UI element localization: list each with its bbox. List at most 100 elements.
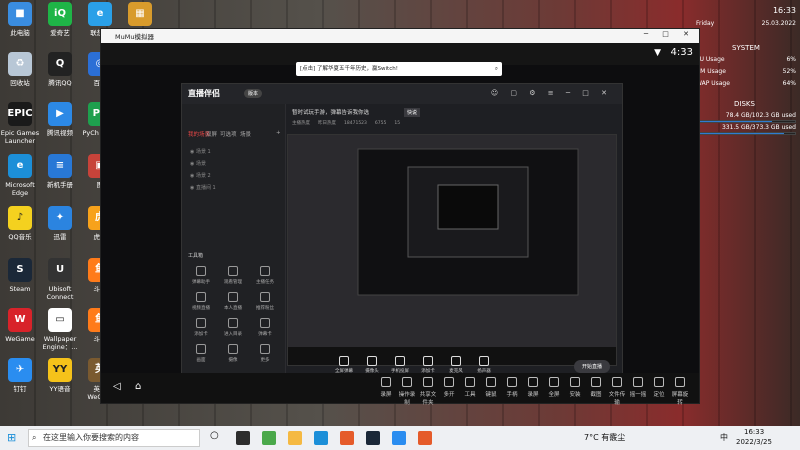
toolbar-button[interactable]: 全屏: [545, 377, 563, 398]
sidebar-tab[interactable]: +: [276, 130, 281, 136]
desktop-icon[interactable]: ■ 此电脑: [0, 2, 40, 37]
toolbar-button[interactable]: 定位: [650, 377, 668, 398]
toolbar-icon: [570, 377, 580, 387]
toolbar-button[interactable]: 安装: [566, 377, 584, 398]
ime-indicator[interactable]: 中: [720, 432, 728, 443]
stream-tag[interactable]: 快说: [404, 108, 421, 117]
desktop-icon-image: Q: [48, 52, 72, 76]
tool-button[interactable]: 添加卡: [188, 318, 214, 337]
control-button[interactable]: 添加卡: [416, 356, 440, 374]
tool-button[interactable]: 推荐粉丝: [252, 292, 278, 311]
tool-button[interactable]: 进入目录: [220, 318, 246, 337]
control-button[interactable]: 麦克风: [444, 356, 468, 374]
stream-title[interactable]: 暂时试玩手游，弹幕告诉我你选: [292, 108, 369, 116]
control-button[interactable]: 手机投屏: [388, 356, 412, 374]
desktop-icon[interactable]: iQ 爱奇艺: [40, 2, 80, 37]
tool-button[interactable]: 弹幕卡: [252, 318, 278, 337]
toolbar-icon: [444, 377, 454, 387]
tool-button[interactable]: 观看管理: [220, 266, 246, 285]
toolbar-button[interactable]: 录屏: [524, 377, 542, 398]
tool-button[interactable]: 弹幕助手: [188, 266, 214, 285]
toolbar-button[interactable]: 共享文件夹: [419, 377, 437, 406]
taskbar-app-icon[interactable]: [418, 431, 432, 445]
toolbar-button[interactable]: 多开: [440, 377, 458, 398]
app-search-input[interactable]: [点击] 了解华夏五千年历史，赢Switch! ⌕: [296, 62, 502, 76]
tool-button[interactable]: 更多: [252, 344, 278, 363]
mumu-titlebar[interactable]: MuMu模拟器 ─ □ ✕: [101, 29, 699, 43]
desktop-icon[interactable]: ≡ 新机手册: [40, 154, 80, 189]
toolbar-button[interactable]: 文件传输: [608, 377, 626, 406]
desktop-icon[interactable]: ✈ 钉钉: [0, 358, 40, 393]
taskbar-app-icon[interactable]: [314, 431, 328, 445]
weather-text[interactable]: 7°C 有霰尘: [584, 432, 625, 443]
toolbar-button[interactable]: 工具: [461, 377, 479, 398]
desktop-icon[interactable]: ♪ QQ音乐: [0, 206, 40, 241]
toolbar-label: 共享文件夹: [419, 392, 437, 406]
sidebar-tab[interactable]: 场景: [240, 130, 251, 138]
desktop-icon-image: ♻: [8, 52, 32, 76]
control-button[interactable]: 扬声器: [472, 356, 496, 374]
desktop-icon[interactable]: e Microsoft Edge: [0, 154, 40, 197]
scene-item[interactable]: ◉ 直播间 1: [190, 184, 216, 191]
widget-date: 25.03.2022: [761, 20, 796, 27]
taskbar-search-input[interactable]: ⌕ 在这里输入你要搜索的内容: [28, 429, 200, 447]
desktop-icon[interactable]: YY YY语音: [40, 358, 80, 393]
toolbar-icon: [423, 377, 433, 387]
taskbar-app-icon[interactable]: [366, 431, 380, 445]
desktop-icon[interactable]: EPIC Epic Games Launcher: [0, 102, 40, 145]
tool-button[interactable]: 视频直播: [188, 292, 214, 311]
taskbar-app-icon[interactable]: [392, 431, 406, 445]
version-badge[interactable]: 版本: [244, 89, 263, 98]
toolbar-button[interactable]: 屏幕旋转: [671, 377, 689, 406]
scene-item[interactable]: ◉ 场景: [190, 160, 206, 167]
tool-button[interactable]: 摄像: [220, 344, 246, 363]
preview-screen: [288, 135, 616, 365]
desktop-icon[interactable]: ▭ Wallpaper Engine：...: [40, 308, 80, 351]
home-icon[interactable]: ⌂: [135, 381, 141, 392]
toolbar-button[interactable]: 摇一摇: [629, 377, 647, 398]
toolbar-icon: [549, 377, 559, 387]
desktop-icon-label: Wallpaper Engine：...: [42, 335, 78, 351]
search-placeholder: 在这里输入你要搜索的内容: [43, 433, 139, 442]
scene-item[interactable]: ◉ 场景 1: [190, 148, 211, 155]
tool-button[interactable]: 画面: [188, 344, 214, 363]
desktop-icon[interactable]: W WeGame: [0, 308, 40, 343]
desktop-icon[interactable]: ♻ 回收站: [0, 52, 40, 87]
desktop-icon[interactable]: U Ubisoft Connect: [40, 258, 80, 301]
toolbar-label: 安装: [569, 392, 581, 398]
desktop-icon[interactable]: S Steam: [0, 258, 40, 293]
windows-start-icon[interactable]: ⊞: [7, 431, 16, 444]
toolbar-button[interactable]: 操作录制: [398, 377, 416, 406]
back-icon[interactable]: ◁: [113, 381, 121, 392]
start-live-button[interactable]: 开始直播: [573, 360, 610, 373]
scene-item[interactable]: ◉ 场景 2: [190, 172, 211, 179]
control-button[interactable]: 全屏弹幕: [332, 356, 356, 374]
header-icons[interactable]: ☺ ▢ ⚙ ≡ ─ □ ✕: [491, 89, 612, 97]
task-view-icon[interactable]: ○: [210, 430, 219, 441]
taskbar-app-icon[interactable]: [340, 431, 354, 445]
sidebar-tab[interactable]: 可选项: [220, 130, 237, 138]
window-controls[interactable]: ─ □ ✕: [644, 30, 695, 38]
live-companion-app: 直播伴侣 版本 ☺ ▢ ⚙ ≡ ─ □ ✕ 我的场景 双屏 可选项 场景 + ◉ 场景 …: [181, 83, 623, 395]
desktop-icon-image: ■: [8, 2, 32, 26]
toolbar-icon: [507, 377, 517, 387]
tool-button[interactable]: 本人直播: [220, 292, 246, 311]
control-button[interactable]: 摄像头: [360, 356, 384, 374]
taskbar-date[interactable]: 2022/3/25: [736, 438, 772, 446]
sidebar-tab[interactable]: 双屏: [206, 130, 217, 138]
mumu-emulator-window: MuMu模拟器 ─ □ ✕ 4:33 ▼ 直播伴侣 版本 ☺ ▢ ⚙ ≡ ─ □…: [100, 28, 700, 406]
toolbar-button[interactable]: 截图: [587, 377, 605, 398]
taskbar-time[interactable]: 16:33: [744, 428, 764, 436]
desktop-icon[interactable]: ✦ 迅雷: [40, 206, 80, 241]
toolbar-icon: [654, 377, 664, 387]
taskbar-app-icon[interactable]: [288, 431, 302, 445]
toolbar-button[interactable]: 键鼠: [482, 377, 500, 398]
toolbar-button[interactable]: 录屏: [377, 377, 395, 398]
taskbar-app-icon[interactable]: [262, 431, 276, 445]
tool-button[interactable]: 主播任务: [252, 266, 278, 285]
desktop-icon[interactable]: ▶ 腾讯视频: [40, 102, 80, 137]
control-icon: [339, 356, 349, 366]
toolbar-button[interactable]: 手柄: [503, 377, 521, 398]
taskbar-app-icon[interactable]: [236, 431, 250, 445]
desktop-icon[interactable]: Q 腾讯QQ: [40, 52, 80, 87]
